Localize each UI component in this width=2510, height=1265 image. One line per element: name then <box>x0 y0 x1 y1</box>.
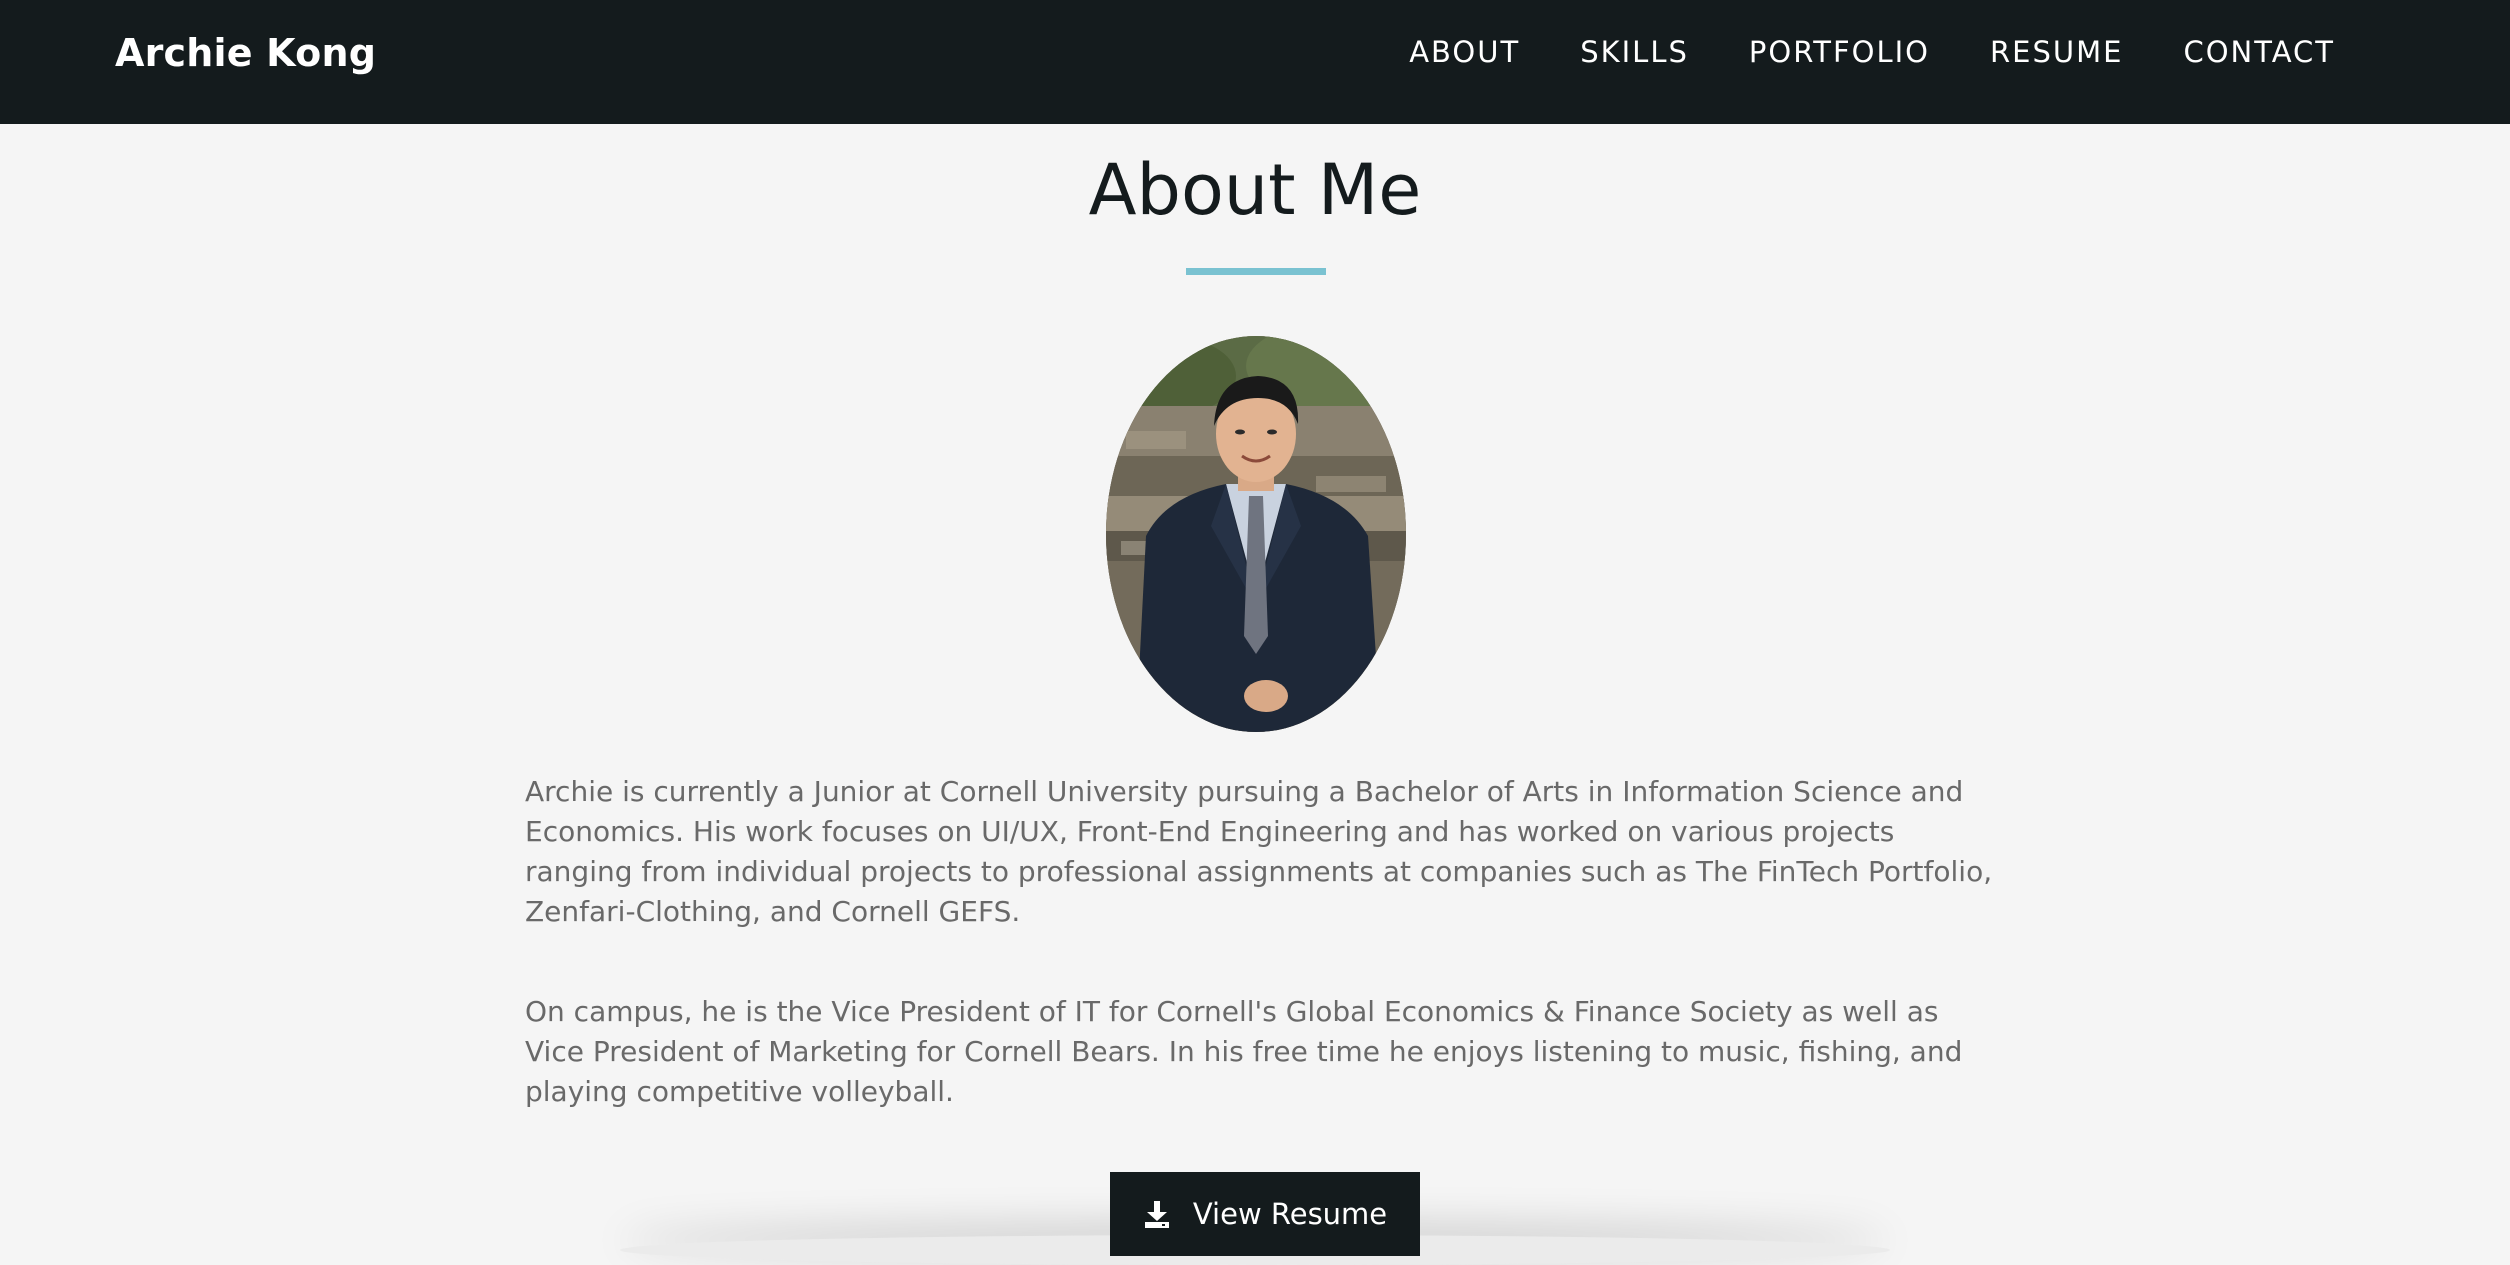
download-icon <box>1143 1199 1171 1229</box>
top-navbar: Archie Kong ABOUT SKILLS PORTFOLIO RESUM… <box>0 0 2510 124</box>
profile-photo <box>1106 336 1406 732</box>
view-resume-label: View Resume <box>1192 1197 1388 1231</box>
nav-link-portfolio[interactable]: PORTFOLIO <box>1749 32 1930 72</box>
bio-paragraph-1: Archie is currently a Junior at Cornell … <box>525 775 1993 928</box>
view-resume-button[interactable]: View Resume <box>1110 1172 1420 1256</box>
section-title: About Me <box>1088 149 1422 231</box>
nav-link-skills[interactable]: SKILLS <box>1580 32 1689 72</box>
nav-link-resume[interactable]: RESUME <box>1990 32 2123 72</box>
nav-link-contact[interactable]: CONTACT <box>2183 32 2335 72</box>
title-underline <box>1186 268 1326 275</box>
brand-logo-text[interactable]: Archie Kong <box>115 28 376 78</box>
bio-paragraph-2: On campus, he is the Vice President of I… <box>525 995 1963 1108</box>
nav-link-about[interactable]: ABOUT <box>1409 32 1520 72</box>
nav-links: ABOUT SKILLS PORTFOLIO RESUME CONTACT <box>1409 32 2335 72</box>
